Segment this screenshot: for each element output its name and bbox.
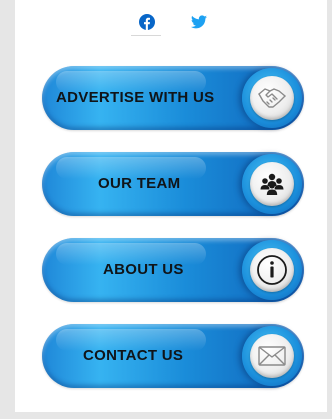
- contact-us-button[interactable]: CONTACT US: [42, 324, 304, 388]
- facebook-underline: [131, 35, 161, 36]
- our-team-label: OUR TEAM: [98, 175, 181, 192]
- icon-ring: [242, 68, 302, 128]
- social-bar: [15, 0, 327, 40]
- about-us-button[interactable]: ABOUT US: [42, 238, 304, 302]
- handshake-icon: [250, 76, 294, 120]
- advertise-with-us-button[interactable]: ADVERTISE WITH US: [42, 66, 304, 130]
- page-panel: ADVERTISE WITH US OUR TEAM ABOUT US CONT…: [15, 0, 327, 412]
- icon-ring: [242, 240, 302, 300]
- facebook-link[interactable]: [135, 10, 159, 34]
- team-icon: [250, 162, 294, 206]
- icon-ring: [242, 326, 302, 386]
- about-us-label: ABOUT US: [103, 261, 184, 278]
- info-icon: [250, 248, 294, 292]
- advertise-with-us-label: ADVERTISE WITH US: [56, 89, 215, 106]
- our-team-button[interactable]: OUR TEAM: [42, 152, 304, 216]
- icon-ring: [242, 154, 302, 214]
- contact-us-label: CONTACT US: [83, 347, 184, 364]
- twitter-link[interactable]: [187, 10, 211, 34]
- twitter-icon: [191, 15, 207, 29]
- envelope-icon: [250, 334, 294, 378]
- facebook-icon: [139, 14, 155, 30]
